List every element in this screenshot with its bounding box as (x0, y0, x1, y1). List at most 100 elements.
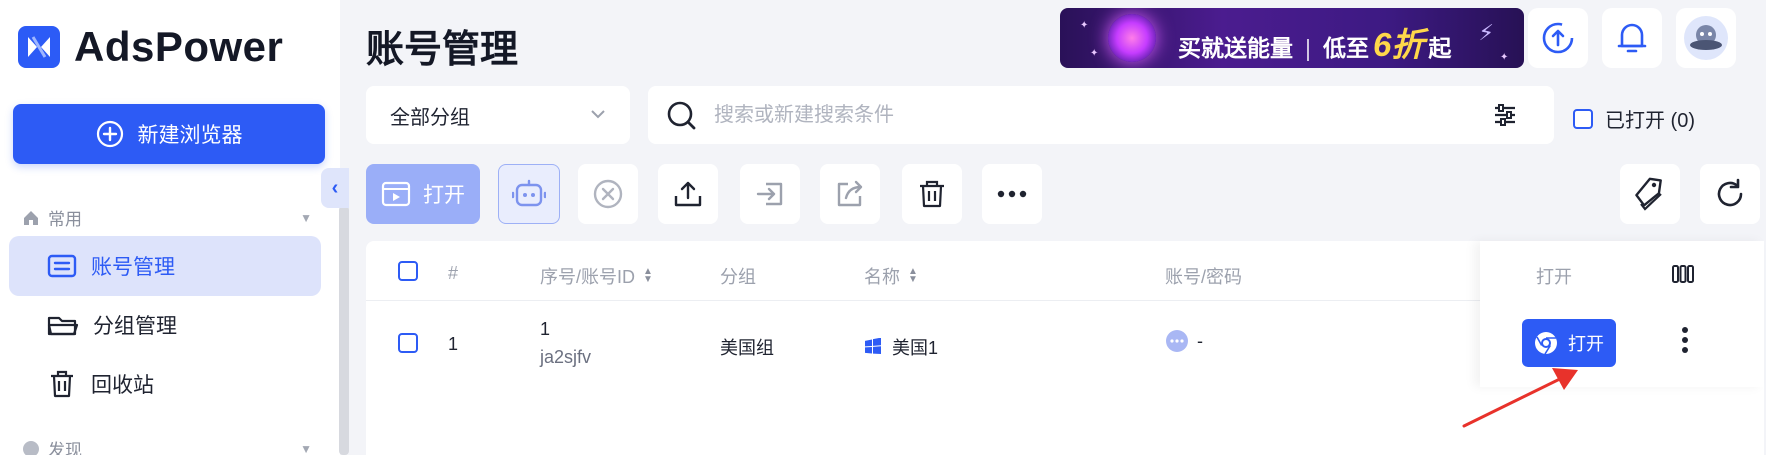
row-checkbox[interactable] (398, 333, 418, 353)
sparkle-icon: ✦ (1090, 48, 1099, 59)
refresh-icon (1717, 178, 1743, 207)
select-all-checkbox[interactable] (398, 261, 418, 281)
bolt-icon: ⚡ (1478, 20, 1494, 45)
plus-circle-icon (96, 120, 123, 148)
row-serial: 1 (540, 319, 551, 339)
group-select[interactable]: 全部分组 (366, 86, 630, 144)
column-settings-icon[interactable] (1672, 265, 1694, 283)
promo-text-c: 起 (1428, 35, 1452, 61)
sidebar-item-label: 回收站 (91, 374, 154, 397)
sidebar-scrollbar[interactable] (339, 206, 349, 455)
avatar (1684, 16, 1728, 60)
filter-settings-icon[interactable] (1492, 102, 1518, 128)
tag-icon (1635, 177, 1662, 211)
bell-icon (1617, 23, 1647, 53)
page-title: 账号管理 (366, 29, 519, 71)
export-button[interactable] (658, 164, 718, 224)
sidebar-item-group-management[interactable]: 分组管理 (9, 295, 321, 355)
sidebar-item-account-management[interactable]: 账号管理 (9, 236, 321, 296)
list-icon (47, 254, 77, 278)
windows-icon (865, 338, 881, 355)
row-index: 1 (448, 334, 459, 354)
column-header-open: 打开 (1536, 267, 1572, 287)
promo-banner[interactable]: ✦ ✦ ✦ 买就送能量 | 低至 6折 起 ⚡ (1060, 8, 1524, 68)
row-group: 美国组 (720, 338, 774, 358)
share-button[interactable] (820, 164, 880, 224)
new-browser-button[interactable]: 新建浏览器 (13, 104, 325, 164)
share-icon (837, 180, 863, 207)
notifications-button[interactable] (1602, 8, 1662, 68)
chrome-icon (1535, 332, 1557, 355)
opened-filter-label: 已打开 (0) (1605, 110, 1695, 132)
column-header-serial-label: 序号/账号ID (540, 267, 636, 287)
opened-filter-checkbox[interactable]: 已打开 (0) (1573, 104, 1695, 133)
delete-button[interactable] (902, 164, 962, 224)
sort-icon[interactable]: ▲ ▼ (908, 267, 918, 285)
move-to-group-button[interactable] (740, 164, 800, 224)
annotation-arrow (1462, 368, 1578, 428)
sidebar: AdsPower 新建浏览器 常用 ▼ 账号管理 分组管理 回收站 发现 ▼ (0, 0, 340, 455)
group-select-value: 全部分组 (390, 106, 470, 129)
column-header-serial[interactable]: 序号/账号ID ▲ ▼ (540, 263, 653, 289)
more-vertical-icon (1682, 327, 1688, 333)
section-common[interactable]: 常用 ▼ (22, 205, 312, 230)
section-discover-label: 发现 (48, 441, 82, 455)
sync-button[interactable] (1528, 8, 1588, 68)
trash-icon (920, 180, 944, 208)
close-circle-icon (593, 179, 623, 209)
search-input[interactable] (714, 100, 1474, 130)
sidebar-item-recycle-bin[interactable]: 回收站 (9, 354, 321, 414)
column-header-group: 分组 (720, 267, 756, 287)
sparkle-icon: ✦ (1080, 20, 1089, 31)
energy-orb-icon (1108, 14, 1156, 62)
more-actions-button[interactable] (982, 164, 1042, 224)
promo-text: 买就送能量 | 低至 6折 起 (1178, 18, 1451, 66)
section-common-label: 常用 (48, 210, 82, 229)
sort-icon[interactable]: ▲ ▼ (643, 267, 653, 285)
chevron-down-icon (591, 110, 605, 119)
home-icon (24, 210, 38, 225)
row-more-button[interactable] (1682, 327, 1688, 353)
collapse-sidebar-button[interactable]: ‹ (321, 168, 349, 208)
column-header-hash: # (448, 263, 459, 283)
row-account-id[interactable]: ja2sjfv (540, 347, 591, 368)
close-browser-button[interactable] (578, 164, 638, 224)
avatar-button[interactable] (1676, 8, 1736, 68)
column-header-name-label: 名称 (864, 267, 900, 287)
promo-text-a: 买就送能量 (1178, 35, 1293, 61)
brand-logo: AdsPower (18, 23, 283, 71)
adspower-logo-icon (18, 26, 60, 68)
sync-icon (1542, 22, 1574, 54)
promo-discount: 6折 (1372, 26, 1425, 63)
search-icon (667, 101, 696, 130)
app-window: AdsPower 新建浏览器 常用 ▼ 账号管理 分组管理 回收站 发现 ▼ ‹… (0, 0, 1766, 455)
automation-button[interactable] (498, 164, 560, 224)
row-account: - (1165, 329, 1203, 353)
row-open-label: 打开 (1568, 334, 1604, 354)
promo-text-b: 低至 (1322, 35, 1369, 61)
row-name: 美国1 (864, 334, 938, 360)
tags-button[interactable] (1620, 164, 1680, 224)
row-open-button[interactable]: 打开 (1522, 319, 1616, 367)
section-discover[interactable]: 发现 ▼ (22, 436, 312, 455)
refresh-button[interactable] (1700, 164, 1760, 224)
search-bar (648, 86, 1554, 144)
chevron-left-icon: ‹ (331, 176, 339, 199)
sidebar-item-label: 分组管理 (93, 315, 177, 338)
promo-separator: | (1305, 35, 1311, 61)
column-header-name[interactable]: 名称 ▲ ▼ (864, 263, 918, 289)
caret-down-icon: ▼ (300, 441, 312, 455)
brand-name: AdsPower (74, 23, 284, 70)
sparkle-icon: ✦ (1500, 52, 1509, 63)
sidebar-item-label: 账号管理 (91, 256, 175, 279)
open-label: 打开 (423, 184, 465, 207)
new-browser-label: 新建浏览器 (137, 124, 243, 147)
browser-play-icon (381, 181, 411, 207)
checkbox[interactable] (1573, 108, 1593, 129)
row-name-label: 美国1 (892, 338, 939, 358)
open-selected-button[interactable]: 打开 (366, 164, 480, 224)
folder-icon (47, 316, 79, 336)
more-circle-icon[interactable] (1165, 329, 1189, 353)
column-header-account: 账号/密码 (1165, 267, 1243, 287)
compass-icon (23, 440, 39, 455)
